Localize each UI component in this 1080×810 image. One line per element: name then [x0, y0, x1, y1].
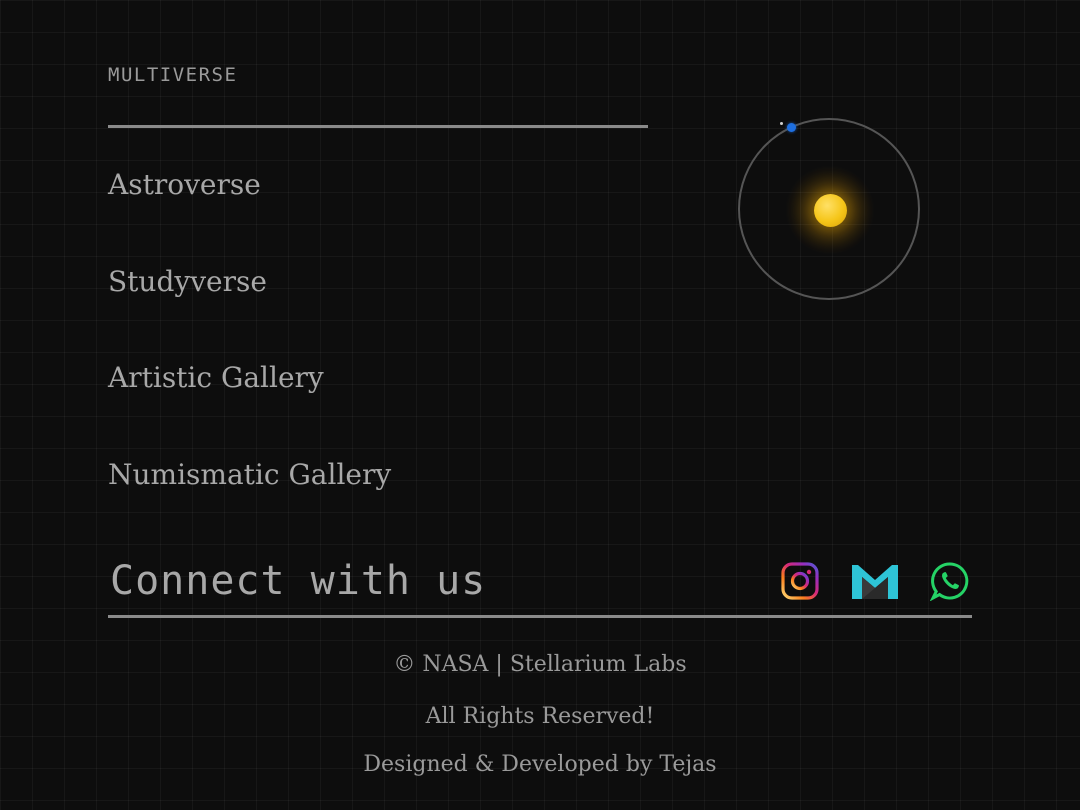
orbit-animation [730, 110, 930, 310]
divider [108, 125, 648, 128]
nav-item: Studyverse [108, 257, 391, 354]
rights-text: All Rights Reserved! [425, 704, 655, 729]
social-links [780, 561, 970, 602]
nav-link-numismatic-gallery[interactable]: Numismatic Gallery [108, 450, 391, 547]
instagram-icon[interactable] [780, 561, 820, 601]
nav-link-astroverse[interactable]: Astroverse [108, 160, 391, 257]
moon-icon [780, 122, 783, 125]
credit-text: Designed & Developed by Tejas [363, 752, 717, 777]
nav-link-studyverse[interactable]: Studyverse [108, 257, 391, 354]
section-label: MULTIVERSE [108, 64, 238, 86]
planet-icon [787, 123, 796, 132]
connect-title: Connect with us [110, 558, 487, 604]
divider [108, 615, 972, 618]
multiverse-nav: Astroverse Studyverse Artistic Gallery N… [108, 160, 391, 546]
nav-link-artistic-gallery[interactable]: Artistic Gallery [108, 353, 391, 450]
nav-item: Astroverse [108, 160, 391, 257]
nav-item: Numismatic Gallery [108, 450, 391, 547]
copyright-text: © NASA | Stellarium Labs [393, 652, 687, 677]
whatsapp-icon[interactable] [929, 561, 970, 602]
nav-item: Artistic Gallery [108, 353, 391, 450]
gmail-icon[interactable] [850, 561, 900, 601]
sun-icon [814, 194, 847, 227]
